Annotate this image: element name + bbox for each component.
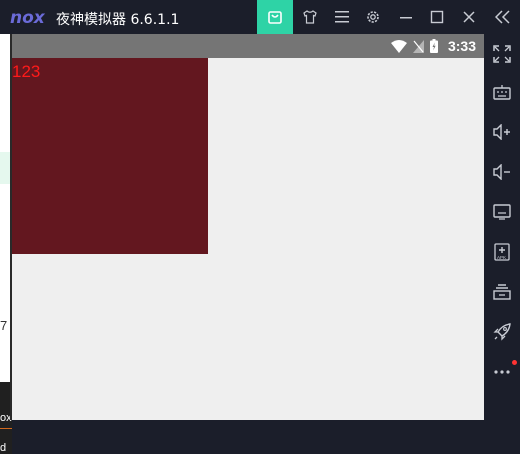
volume-up-button[interactable] xyxy=(484,118,520,146)
status-bar: 3:33 xyxy=(12,34,484,58)
red-view[interactable]: 123 xyxy=(12,58,208,254)
battery-icon xyxy=(429,39,438,53)
apk-install-icon: APK xyxy=(494,243,510,261)
collapse-icon xyxy=(495,10,510,24)
settings-button[interactable] xyxy=(356,0,390,34)
apk-install-button[interactable]: APK xyxy=(484,238,520,266)
background-divider xyxy=(0,428,12,429)
android-screen[interactable]: 3:33 123 xyxy=(12,34,484,420)
minimize-icon xyxy=(400,17,412,19)
volume-down-button[interactable] xyxy=(484,158,520,186)
rocket-button[interactable] xyxy=(484,318,520,346)
background-text: d xyxy=(0,442,7,454)
close-icon xyxy=(463,11,475,23)
title-bar: nox 夜神模拟器 6.6.1.1 xyxy=(0,0,520,34)
menu-icon xyxy=(335,11,349,23)
store-button[interactable] xyxy=(257,0,293,34)
window-title: 夜神模拟器 6.6.1.1 xyxy=(56,12,180,28)
maximize-icon xyxy=(430,10,444,24)
status-clock: 3:33 xyxy=(447,38,476,54)
volume-down-icon xyxy=(493,164,510,180)
fullscreen-button[interactable] xyxy=(484,40,520,68)
status-icons: 3:33 xyxy=(390,34,476,58)
background-window-edge: 7 ox d xyxy=(0,34,12,454)
volume-up-icon xyxy=(493,124,510,140)
keyboard-icon xyxy=(493,85,511,100)
shirt-icon xyxy=(303,10,317,24)
svg-text:APK: APK xyxy=(497,255,506,260)
theme-button[interactable] xyxy=(293,0,327,34)
maximize-button[interactable] xyxy=(420,0,454,34)
multi-instance-button[interactable] xyxy=(484,278,520,306)
menu-button[interactable] xyxy=(325,0,359,34)
multi-instance-icon xyxy=(493,284,511,300)
keyboard-button[interactable] xyxy=(484,78,520,106)
close-button[interactable] xyxy=(452,0,486,34)
gear-icon xyxy=(367,11,379,23)
screen-button[interactable] xyxy=(484,198,520,226)
screen-icon xyxy=(493,204,511,220)
no-sim-icon xyxy=(412,39,424,53)
nox-logo: nox xyxy=(10,8,45,28)
emulator-sidebar: APK xyxy=(484,34,520,420)
collapse-sidebar-button[interactable] xyxy=(486,0,520,34)
more-icon xyxy=(494,370,510,374)
minimize-button[interactable] xyxy=(389,0,423,34)
rocket-icon xyxy=(493,323,511,341)
wifi-icon xyxy=(390,39,407,53)
view-label: 123 xyxy=(12,62,41,81)
fullscreen-icon xyxy=(493,45,511,63)
store-icon xyxy=(268,11,282,24)
notification-dot xyxy=(512,360,517,365)
